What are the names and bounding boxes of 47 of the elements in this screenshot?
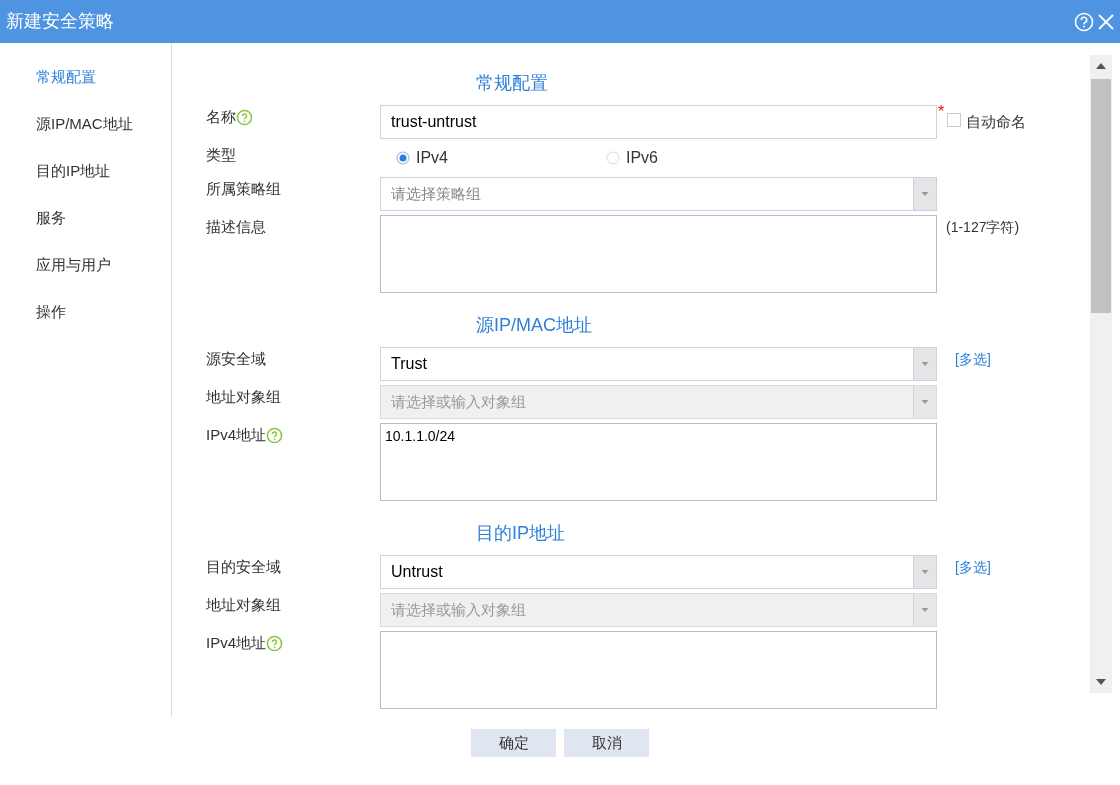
dialog-button[interactable]: 取消 [564,729,649,757]
section-title: 源IP/MAC地址 [476,314,593,337]
help-icon[interactable] [236,109,253,126]
close-icon[interactable] [1098,13,1114,30]
field-label: 所属策略组 [206,179,281,199]
text-area[interactable] [380,215,937,293]
field-label: 类型 [206,145,236,165]
name-input[interactable]: trust-untrust [380,105,937,139]
dropdown[interactable]: Trust [380,347,937,381]
field-label: 描述信息 [206,217,266,237]
radio-button[interactable] [396,151,410,165]
checkbox[interactable] [947,113,962,127]
multi-select-link[interactable]: [多选] [955,347,991,381]
scrollbar[interactable] [1090,55,1112,693]
dropdown[interactable]: Untrust [380,555,937,589]
dropdown[interactable]: 请选择策略组 [380,177,937,211]
field-label: IPv4地址 [206,425,266,445]
sidebar-item[interactable]: 常规配置 [0,63,171,110]
help-icon[interactable] [266,635,283,652]
field-label: 目的安全域 [206,557,281,577]
dialog-button[interactable]: 确定 [471,729,556,757]
sidebar-item[interactable]: 目的IP地址 [0,157,171,204]
sidebar-item[interactable]: 操作 [0,298,171,345]
text-area[interactable] [380,631,937,709]
radio-button[interactable] [606,151,620,165]
dialog-title: 新建安全策略 [6,10,114,33]
help-icon[interactable] [266,427,283,444]
checkbox-label: 自动命名 [966,112,1027,132]
radio-label: IPv4 [416,148,448,168]
field-label: 名称 [206,107,236,127]
required-mark: * [938,105,945,122]
section-title: 常规配置 [476,72,549,95]
char-limit-hint: (1-127字符) [946,218,1020,237]
section-title: 目的IP地址 [476,522,566,545]
multi-select-link[interactable]: [多选] [955,555,991,589]
sidebar-item[interactable]: 服务 [0,204,171,251]
scroll-up-icon[interactable] [1095,62,1107,70]
sidebar-item[interactable]: 应用与用户 [0,251,171,298]
scroll-down-icon[interactable] [1095,678,1107,686]
scrollbar-thumb[interactable] [1091,79,1111,313]
field-label: IPv4地址 [206,633,266,653]
sidebar-item[interactable]: 源IP/MAC地址 [0,110,171,157]
field-label: 地址对象组 [206,595,281,615]
field-label: 源安全域 [206,349,266,369]
text-area[interactable]: 10.1.1.0/24 [380,423,937,501]
field-label: 地址对象组 [206,387,281,407]
radio-label: IPv6 [626,148,658,168]
